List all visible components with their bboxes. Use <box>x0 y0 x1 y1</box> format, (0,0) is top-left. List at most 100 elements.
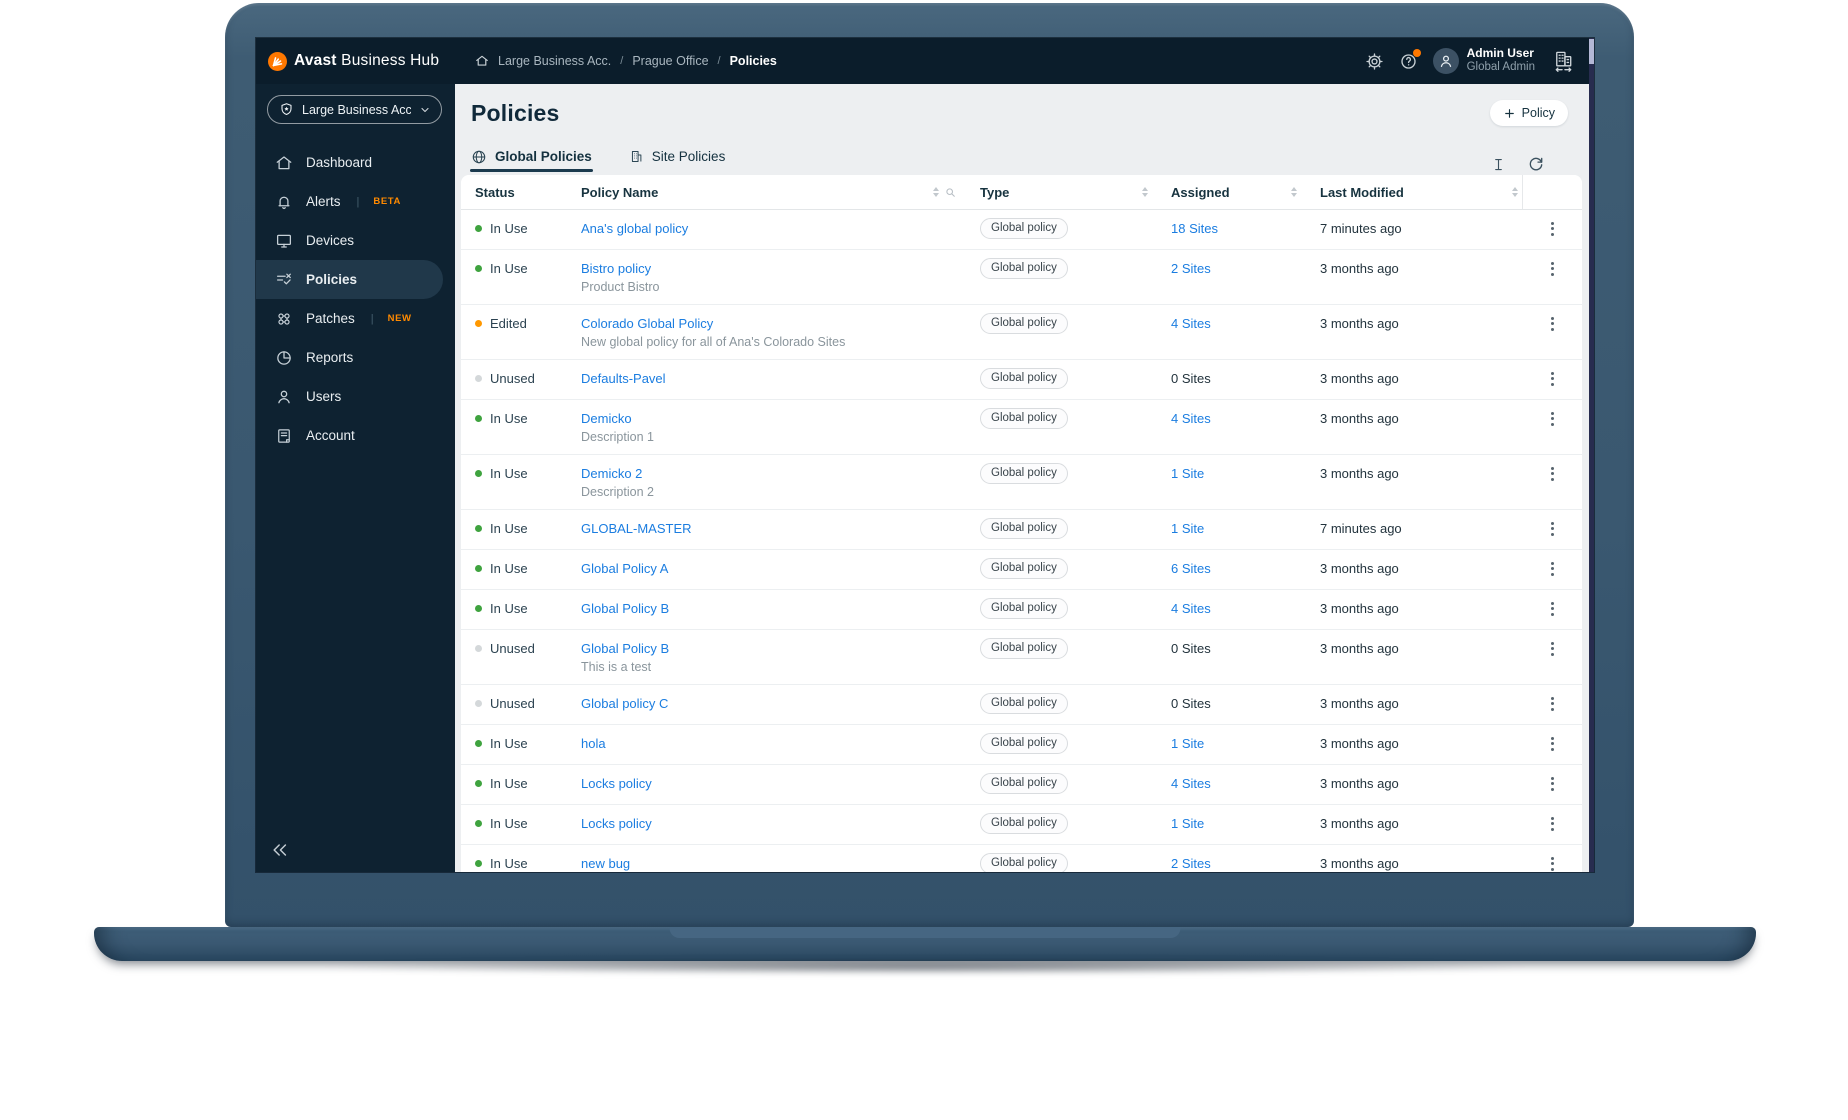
collapse-sidebar-icon[interactable] <box>270 840 290 860</box>
laptop-base-notch <box>669 927 1181 938</box>
policy-name-link[interactable]: Defaults-Pavel <box>581 371 666 386</box>
kebab-menu-icon[interactable] <box>1542 853 1562 872</box>
refresh-icon[interactable] <box>1527 155 1545 173</box>
policy-name-link[interactable]: new bug <box>581 856 630 871</box>
assigned-sites-link[interactable]: 1 Site <box>1171 521 1204 536</box>
kebab-menu-icon[interactable] <box>1542 598 1562 619</box>
type-cell: Global policy <box>961 508 1152 539</box>
help-icon[interactable] <box>1399 48 1421 71</box>
kebab-menu-icon[interactable] <box>1542 558 1562 579</box>
table-row: Unused Defaults-Pavel Global policy 0 Sites… <box>461 360 1582 400</box>
assigned-cell: 4 Sites <box>1152 765 1301 792</box>
assigned-cell: 0 Sites <box>1152 360 1301 387</box>
status-label: Unused <box>490 641 535 656</box>
policy-name-link[interactable]: GLOBAL-MASTER <box>581 521 692 536</box>
sidebar-item-alerts[interactable]: Alerts | BETA <box>256 182 455 221</box>
assigned-sites-link[interactable]: 6 Sites <box>1171 561 1211 576</box>
kebab-menu-icon[interactable] <box>1542 408 1562 429</box>
last-modified-cell: 3 months ago <box>1320 776 1399 791</box>
scrollbar-track[interactable] <box>1589 38 1594 872</box>
home-breadcrumb-icon[interactable] <box>475 54 489 68</box>
policy-name-link[interactable]: Colorado Global Policy <box>581 316 713 331</box>
kebab-menu-icon[interactable] <box>1542 368 1562 389</box>
kebab-menu-icon[interactable] <box>1542 693 1562 714</box>
kebab-menu-icon[interactable] <box>1542 518 1562 539</box>
table-body: In Use Ana's global policy Global policy 18… <box>461 210 1582 872</box>
assigned-sites-link[interactable]: 1 Site <box>1171 816 1204 831</box>
sort-icon[interactable] <box>1512 186 1518 198</box>
type-cell: Global policy <box>961 843 1152 872</box>
col-header-assigned[interactable]: Assigned <box>1152 175 1301 209</box>
policy-name-link[interactable]: Demicko <box>581 411 632 426</box>
policy-name-link[interactable]: Global Policy B <box>581 601 669 616</box>
kebab-menu-icon[interactable] <box>1542 218 1562 239</box>
sidebar-item-devices[interactable]: Devices <box>256 221 455 260</box>
breadcrumb-item[interactable]: Prague Office <box>632 54 708 68</box>
tabs-row: Global Policies Site Policies <box>455 140 1594 173</box>
sort-icon[interactable] <box>1142 186 1148 198</box>
breadcrumb-separator: / <box>620 55 624 67</box>
tab-site-policies[interactable]: Site Policies <box>628 140 727 173</box>
status-label: In Use <box>490 601 528 616</box>
assigned-sites-link[interactable]: 4 Sites <box>1171 411 1211 426</box>
policy-name-link[interactable]: Global policy C <box>581 696 668 711</box>
assigned-sites-link[interactable]: 1 Site <box>1171 466 1204 481</box>
tab-global-policies[interactable]: Global Policies <box>470 140 593 173</box>
import-icon[interactable] <box>1491 156 1506 173</box>
policy-name-link[interactable]: Demicko 2 <box>581 466 642 481</box>
scrollbar-thumb[interactable] <box>1589 39 1594 64</box>
breadcrumb-item[interactable]: Large Business Acc. <box>498 54 611 68</box>
sidebar-item-users[interactable]: Users <box>256 377 455 416</box>
kebab-menu-icon[interactable] <box>1542 733 1562 754</box>
badge-divider: | <box>356 195 360 208</box>
topbar-actions: Admin User Global Admin <box>1365 38 1576 84</box>
policy-name-link[interactable]: Global Policy A <box>581 561 668 576</box>
col-header-last-modified[interactable]: Last Modified <box>1301 175 1522 209</box>
kebab-menu-icon[interactable] <box>1542 463 1562 484</box>
laptop-frame: Avast Business Hub Large Business Acc. / P… <box>225 3 1634 927</box>
type-cell: Global policy <box>961 453 1152 484</box>
avatar[interactable] <box>1432 48 1459 74</box>
policy-name-cell: Locks policy <box>581 765 961 792</box>
assigned-sites-link[interactable]: 1 Site <box>1171 736 1204 751</box>
assigned-sites-link[interactable]: 4 Sites <box>1171 601 1211 616</box>
monitor-icon <box>274 232 293 250</box>
sidebar-item-reports[interactable]: Reports <box>256 338 455 377</box>
sidebar-item-policies[interactable]: Policies <box>256 260 443 299</box>
gear-icon[interactable] <box>1365 52 1384 71</box>
org-switcher-icon[interactable] <box>1551 49 1576 74</box>
kebab-menu-icon[interactable] <box>1542 313 1562 334</box>
kebab-menu-icon[interactable] <box>1542 813 1562 834</box>
sidebar-item-patches[interactable]: Patches | NEW <box>256 299 455 338</box>
policy-name-link[interactable]: Locks policy <box>581 776 652 791</box>
sort-icon[interactable] <box>1291 186 1297 198</box>
account-selector[interactable]: Large Business Acc. <box>267 95 442 124</box>
breadcrumb-item[interactable]: Policies <box>730 54 777 68</box>
sort-icon[interactable] <box>933 186 939 198</box>
assigned-sites-link[interactable]: 4 Sites <box>1171 316 1211 331</box>
policy-name-link[interactable]: Locks policy <box>581 816 652 831</box>
kebab-menu-icon[interactable] <box>1542 773 1562 794</box>
table-row: In Use Bistro policy Product Bistro Global … <box>461 250 1582 305</box>
search-icon[interactable] <box>944 186 957 199</box>
bell-icon <box>274 193 293 211</box>
last-modified-cell: 3 months ago <box>1320 411 1399 426</box>
assigned-sites-link[interactable]: 4 Sites <box>1171 776 1211 791</box>
policy-name-link[interactable]: Bistro policy <box>581 261 651 276</box>
policy-name-link[interactable]: hola <box>581 736 606 751</box>
sidebar-item-dashboard[interactable]: Dashboard <box>256 143 455 182</box>
col-header-type[interactable]: Type <box>961 175 1152 209</box>
policy-name-link[interactable]: Global Policy B <box>581 641 669 656</box>
kebab-menu-icon[interactable] <box>1542 258 1562 279</box>
sidebar-item-account[interactable]: Account <box>256 416 455 455</box>
policy-name-link[interactable]: Ana's global policy <box>581 221 688 236</box>
assigned-sites-link[interactable]: 18 Sites <box>1171 221 1218 236</box>
assigned-sites-link[interactable]: 2 Sites <box>1171 856 1211 871</box>
user-info[interactable]: Admin User Global Admin <box>1467 47 1535 74</box>
add-policy-button[interactable]: Policy <box>1489 100 1568 126</box>
kebab-menu-icon[interactable] <box>1542 638 1562 659</box>
policies-table: Status Policy Name Type Assigned Last Mo… <box>461 175 1582 872</box>
assigned-sites-link[interactable]: 2 Sites <box>1171 261 1211 276</box>
col-header-policy-name[interactable]: Policy Name <box>581 175 961 209</box>
policy-type-badge: Global policy <box>980 218 1068 239</box>
